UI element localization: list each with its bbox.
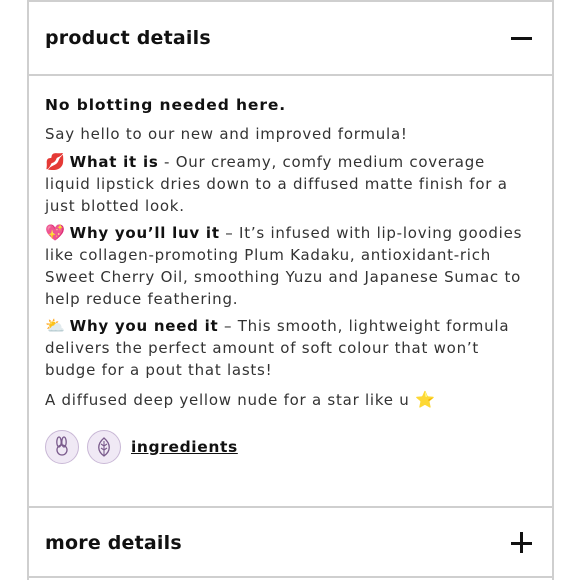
ingredients-row: ingredients (45, 429, 534, 465)
more-details-title: more details (45, 532, 182, 554)
product-details-title: product details (45, 27, 211, 49)
vegan-bunny-icon (45, 430, 79, 464)
closing-text: A diffused deep yellow nude for a star l… (45, 391, 410, 409)
leaf-icon (87, 430, 121, 464)
sparkling-heart-icon: 💖 (45, 223, 66, 242)
product-headline: No blotting needed here. (45, 96, 287, 114)
why-need-lead: Why you need it (69, 317, 219, 335)
product-accordion: product details No blotting needed here.… (27, 0, 554, 580)
product-details-content: No blotting needed here. Say hello to ou… (29, 76, 552, 465)
sun-cloud-icon: ⛅ (45, 316, 66, 335)
what-it-is-paragraph: 💋 What it is - Our creamy, comfy medium c… (45, 151, 534, 217)
more-details-section: more details (29, 506, 552, 578)
plus-icon[interactable] (508, 529, 536, 557)
minus-icon[interactable] (508, 24, 536, 52)
product-details-header[interactable]: product details (29, 2, 552, 74)
more-details-header[interactable]: more details (29, 508, 552, 578)
intro-text: Say hello to our new and improved formul… (45, 125, 408, 143)
what-it-is-lead: What it is (69, 153, 159, 171)
ingredients-link[interactable]: ingredients (131, 438, 238, 456)
why-need-paragraph: ⛅ Why you need it – This smooth, lightwei… (45, 315, 534, 381)
bottom-divider (29, 576, 552, 578)
closing-line: A diffused deep yellow nude for a star l… (45, 389, 534, 411)
star-icon: ⭐ (415, 390, 436, 409)
why-luv-lead: Why you’ll luv it (69, 224, 220, 242)
lips-icon: 💋 (45, 152, 66, 171)
why-luv-paragraph: 💖 Why you’ll luv it – It’s infused with l… (45, 222, 534, 310)
